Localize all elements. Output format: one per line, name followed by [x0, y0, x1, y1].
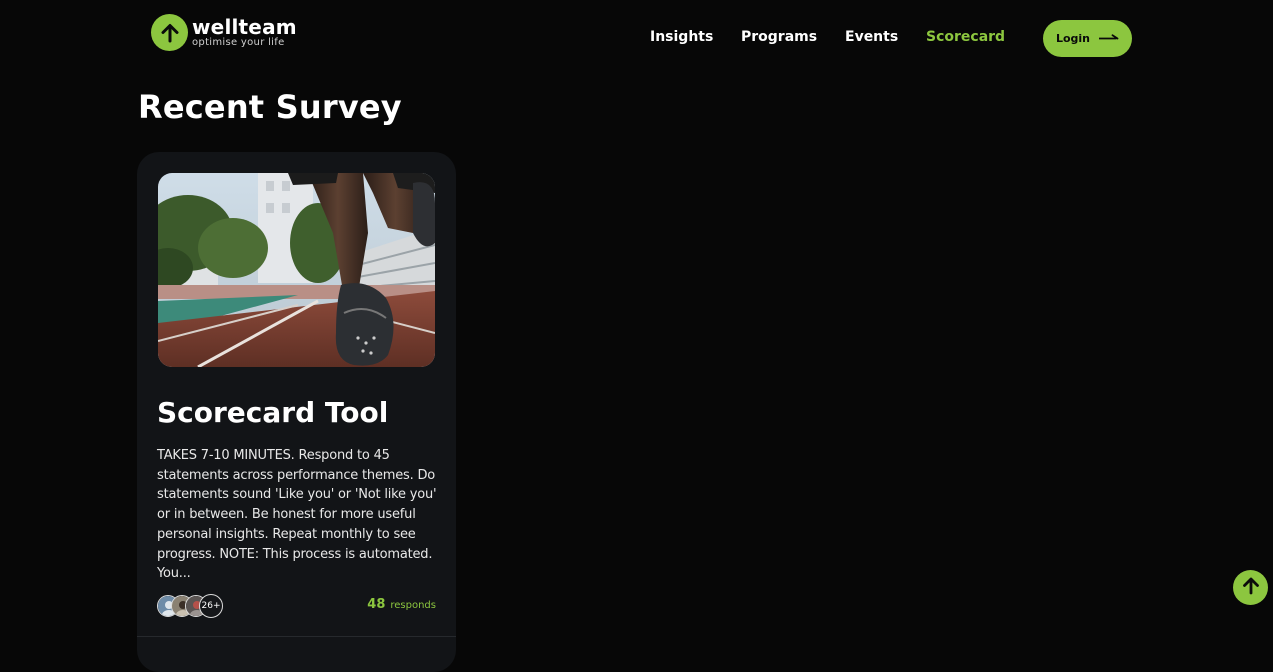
brand-tagline: optimise your life	[192, 37, 285, 48]
page-title: Recent Survey	[138, 88, 402, 126]
arrow-up-icon	[1241, 576, 1261, 600]
responds-counter: 48 responds	[367, 597, 436, 612]
nav-item-insights[interactable]: Insights	[650, 29, 713, 45]
scroll-to-top-button[interactable]	[1233, 570, 1268, 605]
login-button[interactable]: Login	[1043, 20, 1132, 57]
responds-count: 48	[367, 597, 386, 612]
nav-item-events[interactable]: Events	[845, 29, 898, 45]
brand-name: wellteam	[192, 15, 297, 39]
card-divider	[137, 636, 456, 637]
survey-card-image	[158, 173, 435, 367]
brand-text: wellteam optimise your life	[192, 17, 297, 48]
long-arrow-right-icon	[1098, 32, 1119, 45]
site-header: wellteam optimise your life Insights Pro…	[0, 0, 1273, 76]
nav-item-scorecard[interactable]: Scorecard	[926, 29, 1005, 45]
survey-card-title: Scorecard Tool	[157, 396, 389, 429]
responds-label: responds	[390, 600, 436, 611]
participant-count-badge: 26+	[199, 594, 223, 618]
login-label: Login	[1055, 32, 1091, 45]
survey-card[interactable]: Scorecard Tool TAKES 7-10 MINUTES. Respo…	[137, 152, 456, 672]
survey-card-description: TAKES 7-10 MINUTES. Respond to 45 statem…	[157, 448, 437, 582]
participant-avatars: 26+	[157, 594, 223, 618]
arrow-up-icon	[151, 14, 188, 51]
brand-logo[interactable]: wellteam optimise your life	[151, 14, 297, 51]
nav-item-programs[interactable]: Programs	[741, 29, 817, 45]
